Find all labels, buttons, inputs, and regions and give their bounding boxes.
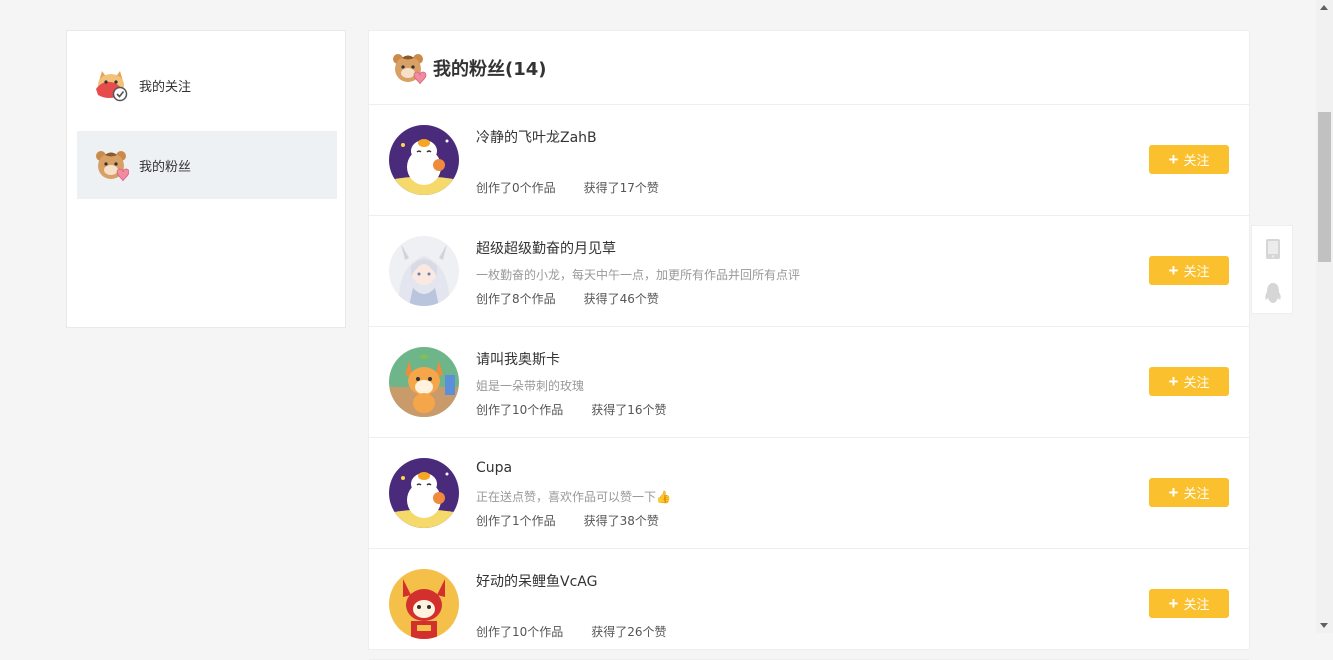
likes-count: 获得了38个赞 [583,514,659,528]
page-title: 我的粉丝(14) [433,58,547,80]
fan-list-item: 请叫我奥斯卡 姐是一朵带刺的玫瑰 创作了10个作品 获得了16个赞 + 关注 [369,327,1249,438]
fan-name[interactable]: 好动的呆鲤鱼VcAG [476,571,597,591]
likes-count: 获得了16个赞 [591,403,667,417]
purple-mascot-avatar[interactable] [389,458,459,528]
fan-bio: 一枚勤奋的小龙，每天中午一点，加更所有作品并回所有点评 [476,268,801,282]
follow-button[interactable]: + 关注 [1149,478,1229,507]
sidebar: 我的关注 我的粉丝 [66,30,346,328]
scrollbar[interactable] [1316,0,1333,633]
red-mascot-avatar[interactable] [389,569,459,639]
sidebar-item-label: 我的关注 [139,79,192,95]
scroll-down-icon[interactable] [1320,623,1328,628]
follow-button[interactable]: + 关注 [1149,145,1229,174]
follow-label: 关注 [1183,375,1210,390]
fans-panel: 我的粉丝(14) 冷静的飞叶龙ZahB 创作了0个作品 获得了17个赞 + 关注 [368,30,1250,660]
purple-mascot-avatar[interactable] [389,125,459,195]
anime-girl-avatar[interactable] [389,236,459,306]
works-count: 创作了10个作品 [476,625,564,639]
follow-label: 关注 [1183,597,1210,612]
fan-list-item: 冷静的飞叶龙ZahB 创作了0个作品 获得了17个赞 + 关注 [369,105,1249,216]
fan-list-item: Cupa 正在送点赞，喜欢作品可以赞一下👍 创作了1个作品 获得了38个赞 + 关注 [369,438,1249,549]
follow-mascot-icon [96,71,128,102]
fan-bio: 姐是一朵带刺的玫瑰 [476,379,585,393]
plus-icon: + [1168,150,1179,169]
plus-icon: + [1168,594,1179,613]
sidebar-item-fans[interactable]: 我的粉丝 [77,131,337,199]
fan-name[interactable]: Cupa [476,460,512,476]
works-count: 创作了10个作品 [476,403,564,417]
scroll-up-icon[interactable] [1320,5,1328,10]
plus-icon: + [1168,372,1179,391]
likes-count: 获得了26个赞 [591,625,667,639]
fan-name[interactable]: 请叫我奥斯卡 [476,349,560,369]
fan-bio: 正在送点赞，喜欢作品可以赞一下👍 [476,490,671,504]
fan-list-item: 超级超级勤奋的月见草 一枚勤奋的小龙，每天中午一点，加更所有作品并回所有点评 创… [369,216,1249,327]
fans-mascot-icon [96,151,129,182]
follow-button[interactable]: + 关注 [1149,367,1229,396]
fan-name[interactable]: 冷静的飞叶龙ZahB [476,127,597,147]
qq-penguin-icon[interactable] [1264,282,1282,304]
likes-count: 获得了17个赞 [583,181,659,195]
sidebar-item-label: 我的粉丝 [139,159,192,175]
floating-toolbar [1251,225,1293,314]
fan-stats: 创作了10个作品 获得了26个赞 [476,623,667,640]
sidebar-item-following[interactable]: 我的关注 [77,51,337,119]
follow-button[interactable]: + 关注 [1149,589,1229,618]
follow-button[interactable]: + 关注 [1149,256,1229,285]
follow-label: 关注 [1183,486,1210,501]
fan-stats: 创作了10个作品 获得了16个赞 [476,401,667,418]
likes-count: 获得了46个赞 [583,292,659,306]
scrollbar-thumb[interactable] [1318,112,1331,262]
follow-label: 关注 [1183,264,1210,279]
fans-mascot-icon [393,53,427,84]
fox-mascot-avatar[interactable] [389,347,459,417]
fan-name[interactable]: 超级超级勤奋的月见草 [476,238,616,258]
works-count: 创作了1个作品 [476,514,556,528]
fan-stats: 创作了1个作品 获得了38个赞 [476,512,659,529]
fan-stats: 创作了0个作品 获得了17个赞 [476,179,659,196]
plus-icon: + [1168,483,1179,502]
panel-header: 我的粉丝(14) [369,31,1249,105]
follow-label: 关注 [1183,153,1210,168]
works-count: 创作了0个作品 [476,181,556,195]
plus-icon: + [1168,261,1179,280]
fan-stats: 创作了8个作品 获得了46个赞 [476,290,659,307]
mobile-phone-icon[interactable] [1264,238,1282,260]
works-count: 创作了8个作品 [476,292,556,306]
fan-list-item: 好动的呆鲤鱼VcAG 创作了10个作品 获得了26个赞 + 关注 [369,549,1249,660]
